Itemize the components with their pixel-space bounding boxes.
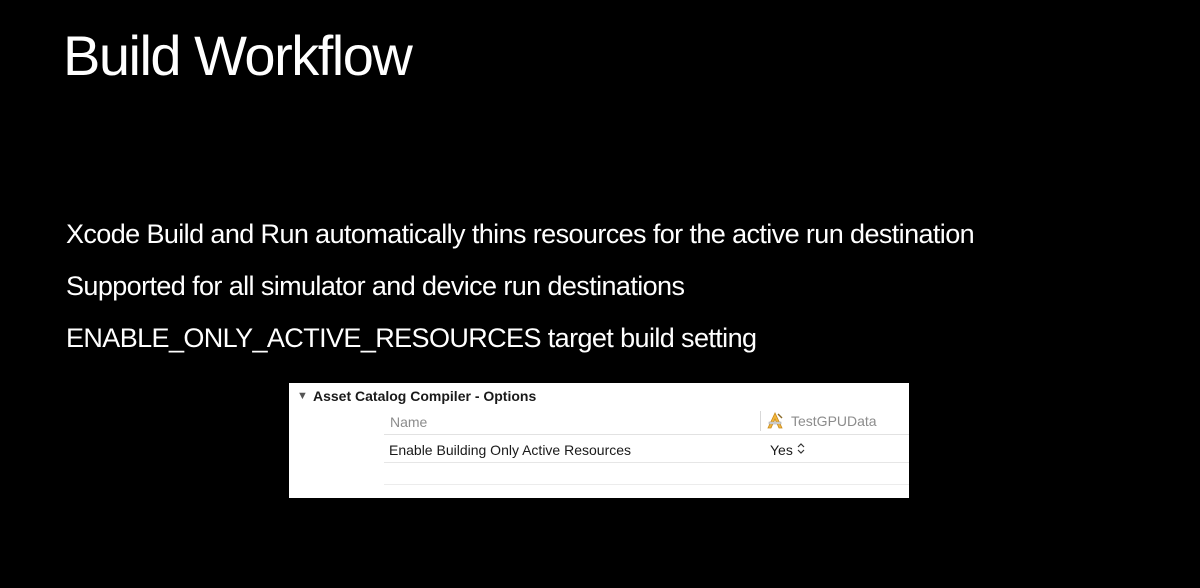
setting-row[interactable]: Enable Building Only Active Resources Ye… <box>384 436 909 463</box>
target-name: TestGPUData <box>791 413 877 429</box>
bullet-item: ENABLE_ONLY_ACTIVE_RESOURCES target buil… <box>66 323 757 353</box>
section-header[interactable]: ▼ Asset Catalog Compiler - Options <box>297 388 536 404</box>
row-divider <box>384 484 909 485</box>
section-title: Asset Catalog Compiler - Options <box>313 388 537 404</box>
column-divider <box>760 411 761 431</box>
setting-name: Enable Building Only Active Resources <box>389 442 632 458</box>
setting-value-popup[interactable]: Yes <box>770 442 805 458</box>
bullet-item: Supported for all simulator and device r… <box>66 271 685 301</box>
column-header-target[interactable]: TestGPUData <box>765 411 877 431</box>
header-divider <box>384 434 909 435</box>
row-divider <box>384 462 909 463</box>
setting-value: Yes <box>770 442 793 458</box>
column-header-name[interactable]: Name <box>390 414 427 430</box>
app-target-icon <box>767 412 783 429</box>
bullet-item: Xcode Build and Run automatically thins … <box>66 219 975 249</box>
disclosure-triangle-down-icon[interactable]: ▼ <box>297 390 309 402</box>
slide-title: Build Workflow <box>63 24 413 87</box>
build-settings-panel: ▼ Asset Catalog Compiler - Options Name … <box>289 383 909 498</box>
bullet-list: Xcode Build and Run automatically thins … <box>66 208 975 364</box>
up-down-chevron-icon <box>797 443 805 457</box>
